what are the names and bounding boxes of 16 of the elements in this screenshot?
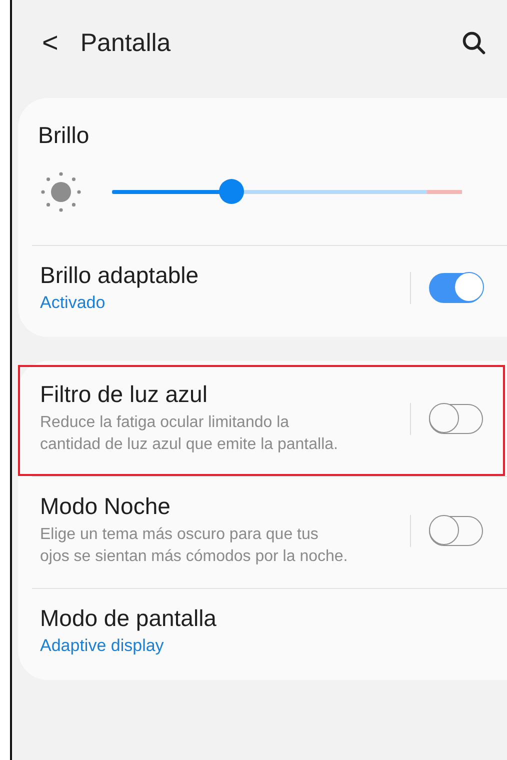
setting-value: Adaptive display [40, 636, 165, 656]
search-icon[interactable] [461, 30, 487, 56]
toggle-switch[interactable] [429, 516, 483, 546]
setting-title: Modo Noche [40, 493, 172, 520]
setting-title: Modo de pantalla [40, 605, 218, 632]
back-button[interactable]: < [38, 27, 62, 59]
setting-title: Filtro de luz azul [40, 381, 208, 408]
sun-icon [38, 169, 84, 215]
setting-description: Reduce la fatiga ocular limitando la cantidad de luz azul que emite la pantalla. [40, 413, 339, 455]
setting-title: Brillo [38, 122, 90, 149]
toggle-switch[interactable] [429, 404, 483, 434]
toggle-switch[interactable] [429, 272, 483, 302]
setting-value: Activado [40, 293, 106, 313]
page-title: Pantalla [80, 28, 172, 58]
setting-description: Elige un tema más oscuro para que tus ojos se sientan más cómodos por la noche. [40, 525, 349, 567]
setting-title: Brillo adaptable [40, 262, 200, 289]
